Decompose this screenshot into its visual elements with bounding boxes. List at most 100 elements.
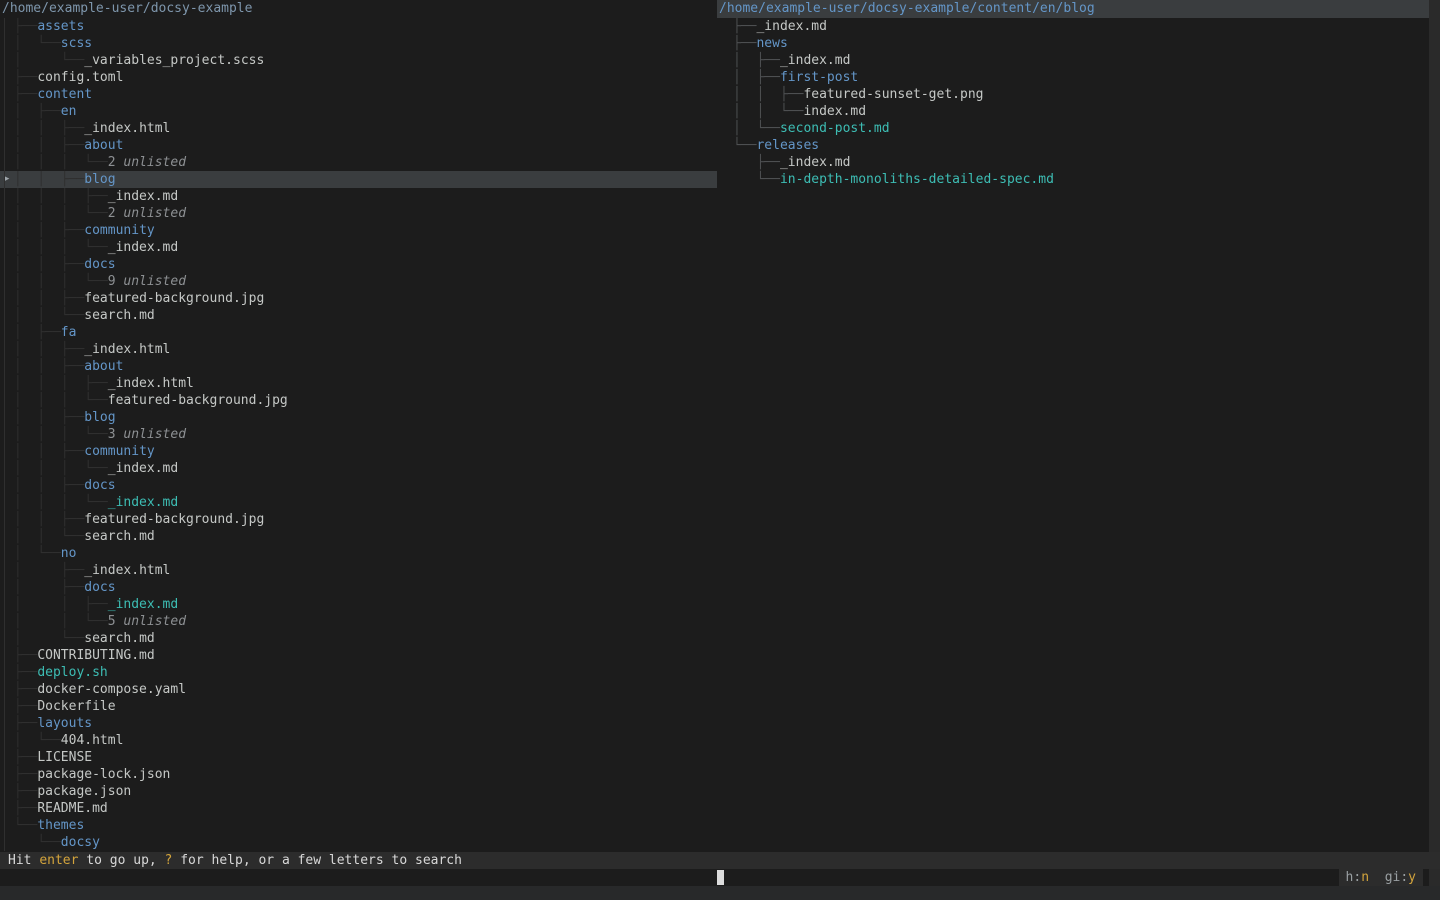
- tree-row[interactable]: │ │ ├──about: [0, 358, 717, 375]
- tree-row[interactable]: │ │ │ └──_index.md: [0, 460, 717, 477]
- tree-row[interactable]: │ ├──en: [0, 103, 717, 120]
- tree-spine-line: [4, 18, 5, 851]
- tree-row[interactable]: │ │ └──search.md: [0, 528, 717, 545]
- branch-lines: ├──: [6, 87, 37, 102]
- dir-name: about: [84, 138, 123, 153]
- tree-row[interactable]: ├──Dockerfile: [0, 698, 717, 715]
- left-panel: /home/example-user/docsy-example ├──asse…: [0, 0, 717, 851]
- file-name: _index.md: [108, 495, 178, 510]
- tree-row[interactable]: │ └──404.html: [0, 732, 717, 749]
- file-name: 404.html: [61, 733, 124, 748]
- tree-row[interactable]: └──docsy: [0, 834, 717, 851]
- dir-name: no: [61, 546, 77, 561]
- branch-lines: │ │ ├──: [6, 342, 84, 357]
- tree-row[interactable]: └──in-depth-monoliths-detailed-spec.md: [717, 171, 1429, 188]
- tree-row[interactable]: ├──_index.md: [717, 18, 1429, 35]
- file-name: featured-background.jpg: [84, 291, 264, 306]
- flag-label: gi:: [1385, 870, 1408, 885]
- branch-lines: ├──: [733, 155, 780, 170]
- tree-row[interactable]: ├──package.json: [0, 783, 717, 800]
- tree-row[interactable]: │ │ ├──_index.html: [0, 120, 717, 137]
- dir-name: news: [756, 36, 787, 51]
- tree-row[interactable]: │ │ │ └──9 unlisted: [0, 273, 717, 290]
- branch-lines: │ │ ├──: [6, 597, 108, 612]
- left-panel-root-path[interactable]: /home/example-user/docsy-example: [0, 0, 717, 18]
- tree-row[interactable]: │ │ ├──featured-sunset-get.png: [717, 86, 1429, 103]
- branch-lines: │ │ ├──: [733, 87, 803, 102]
- left-command-input[interactable]: :e: [0, 869, 717, 886]
- tree-row[interactable]: │ │ ├──blog: [0, 409, 717, 426]
- dir-name: docs: [84, 580, 115, 595]
- file-name: docker-compose.yaml: [37, 682, 186, 697]
- flag-separator: [1369, 870, 1385, 885]
- file-name: index.md: [803, 104, 866, 119]
- branch-lines: │ ├──: [6, 580, 84, 595]
- branch-lines: │ │ │ └──: [6, 155, 108, 170]
- tree-row[interactable]: │ └──scss: [0, 35, 717, 52]
- tree-row[interactable]: │ ├──docs: [0, 579, 717, 596]
- branch-lines: └──: [6, 835, 61, 850]
- branch-lines: └──: [733, 138, 756, 153]
- tree-row[interactable]: │ └──search.md: [0, 630, 717, 647]
- tree-row[interactable]: │ ├──fa: [0, 324, 717, 341]
- tree-row[interactable]: │ │ ├──docs: [0, 477, 717, 494]
- tree-row[interactable]: ├──deploy.sh: [0, 664, 717, 681]
- tree-row[interactable]: │ │ ├──docs: [0, 256, 717, 273]
- flag-label: h:: [1346, 870, 1362, 885]
- tree-row[interactable]: ├──CONTRIBUTING.md: [0, 647, 717, 664]
- dir-name: assets: [37, 19, 84, 34]
- branch-lines: └──: [733, 172, 780, 187]
- tree-row[interactable]: │ └──no: [0, 545, 717, 562]
- tree-row[interactable]: │ ├──_index.html: [0, 562, 717, 579]
- right-panel-root-path[interactable]: /home/example-user/docsy-example/content…: [717, 0, 1429, 18]
- tree-row[interactable]: └──themes: [0, 817, 717, 834]
- tree-row[interactable]: │ │ ├──community: [0, 222, 717, 239]
- tree-row[interactable]: │ ├──first-post: [717, 69, 1429, 86]
- tree-row[interactable]: │ └──second-post.md: [717, 120, 1429, 137]
- tree-row[interactable]: └──releases: [717, 137, 1429, 154]
- tree-row[interactable]: │ │ └──index.md: [717, 103, 1429, 120]
- tree-row[interactable]: ├──news: [717, 35, 1429, 52]
- branch-lines: │ │ ├──: [6, 223, 84, 238]
- tree-row[interactable]: ├──README.md: [0, 800, 717, 817]
- file-name: _index.md: [756, 19, 826, 34]
- right-command-input[interactable]: h:n gi:y: [717, 869, 1440, 886]
- tree-row[interactable]: │ │ │ └──_index.md: [0, 494, 717, 511]
- tree-row[interactable]: ├──docker-compose.yaml: [0, 681, 717, 698]
- file-name: in-depth-monoliths-detailed-spec.md: [780, 172, 1054, 187]
- file-name: search.md: [84, 631, 154, 646]
- tree-row[interactable]: ├──LICENSE: [0, 749, 717, 766]
- tree-row[interactable]: │ │ │ └──featured-background.jpg: [0, 392, 717, 409]
- dir-name: scss: [61, 36, 92, 51]
- tree-row[interactable]: │ │ │ ├──_index.html: [0, 375, 717, 392]
- tree-row[interactable]: │ │ ├──featured-background.jpg: [0, 290, 717, 307]
- tree-row[interactable]: │ │ │ └──_index.md: [0, 239, 717, 256]
- tree-row[interactable]: │ ├──_index.md: [717, 52, 1429, 69]
- branch-lines: │ ├──: [6, 104, 61, 119]
- tree-row[interactable]: ├──content: [0, 86, 717, 103]
- tree-row[interactable]: │ └──_variables_project.scss: [0, 52, 717, 69]
- tree-row[interactable]: │ │ ├──_index.md: [0, 596, 717, 613]
- branch-lines: │ │ ├──: [6, 512, 84, 527]
- tree-row[interactable]: │ │ │ └──2 unlisted: [0, 154, 717, 171]
- tree-row[interactable]: ├──config.toml: [0, 69, 717, 86]
- tree-row[interactable]: │ │ ├──_index.html: [0, 341, 717, 358]
- tree-row[interactable]: │ │ │ ├──_index.md: [0, 188, 717, 205]
- tree-row[interactable]: │ │ └──search.md: [0, 307, 717, 324]
- dir-name: en: [61, 104, 77, 119]
- tree-row[interactable]: ├──layouts: [0, 715, 717, 732]
- status-bar: Hit enter to go up, ? for help, or a few…: [0, 852, 1440, 869]
- tree-row[interactable]: ├──package-lock.json: [0, 766, 717, 783]
- tree-row[interactable]: │ │ ├──community: [0, 443, 717, 460]
- branch-lines: │ │ ├──: [6, 410, 84, 425]
- scrollbar-gutter[interactable]: [1429, 0, 1440, 886]
- tree-row[interactable]: │ │ ├──blog▶: [0, 171, 717, 188]
- tree-row[interactable]: │ │ │ └──3 unlisted: [0, 426, 717, 443]
- tree-row[interactable]: │ │ │ └──2 unlisted: [0, 205, 717, 222]
- dir-name: first-post: [780, 70, 858, 85]
- tree-row[interactable]: ├──assets: [0, 18, 717, 35]
- tree-row[interactable]: │ │ ├──about: [0, 137, 717, 154]
- tree-row[interactable]: │ │ └──5 unlisted: [0, 613, 717, 630]
- tree-row[interactable]: ├──_index.md: [717, 154, 1429, 171]
- tree-row[interactable]: │ │ ├──featured-background.jpg: [0, 511, 717, 528]
